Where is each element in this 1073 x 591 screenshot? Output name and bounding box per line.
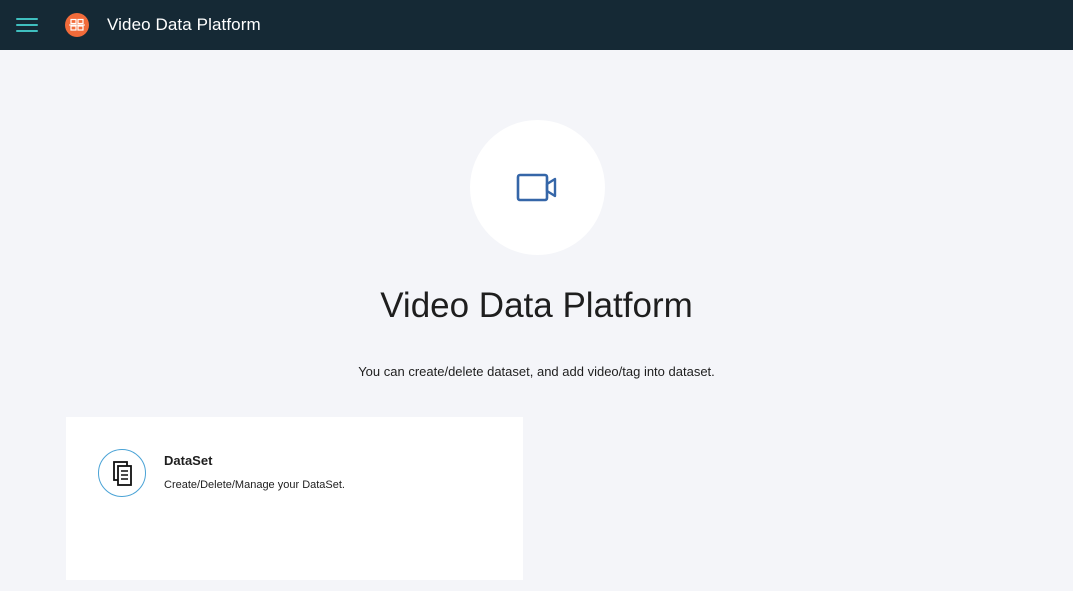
hero-subtitle: You can create/delete dataset, and add v… xyxy=(358,364,715,379)
hero-icon-circle xyxy=(470,120,605,255)
dataset-documents-icon xyxy=(113,461,132,486)
dataset-icon-circle xyxy=(98,449,146,497)
dataset-card[interactable]: DataSet Create/Delete/Manage your DataSe… xyxy=(66,417,523,580)
app-logo-icon[interactable] xyxy=(65,13,89,37)
app-title: Video Data Platform xyxy=(107,15,261,34)
hamburger-menu-icon[interactable] xyxy=(16,15,38,35)
video-camera-icon xyxy=(516,173,557,202)
dataset-card-title: DataSet xyxy=(164,453,213,468)
dataset-card-description: Create/Delete/Manage your DataSet. xyxy=(164,479,345,491)
hero-title: Video Data Platform xyxy=(380,286,693,325)
top-navigation-bar: Video Data Platform xyxy=(0,0,1073,50)
